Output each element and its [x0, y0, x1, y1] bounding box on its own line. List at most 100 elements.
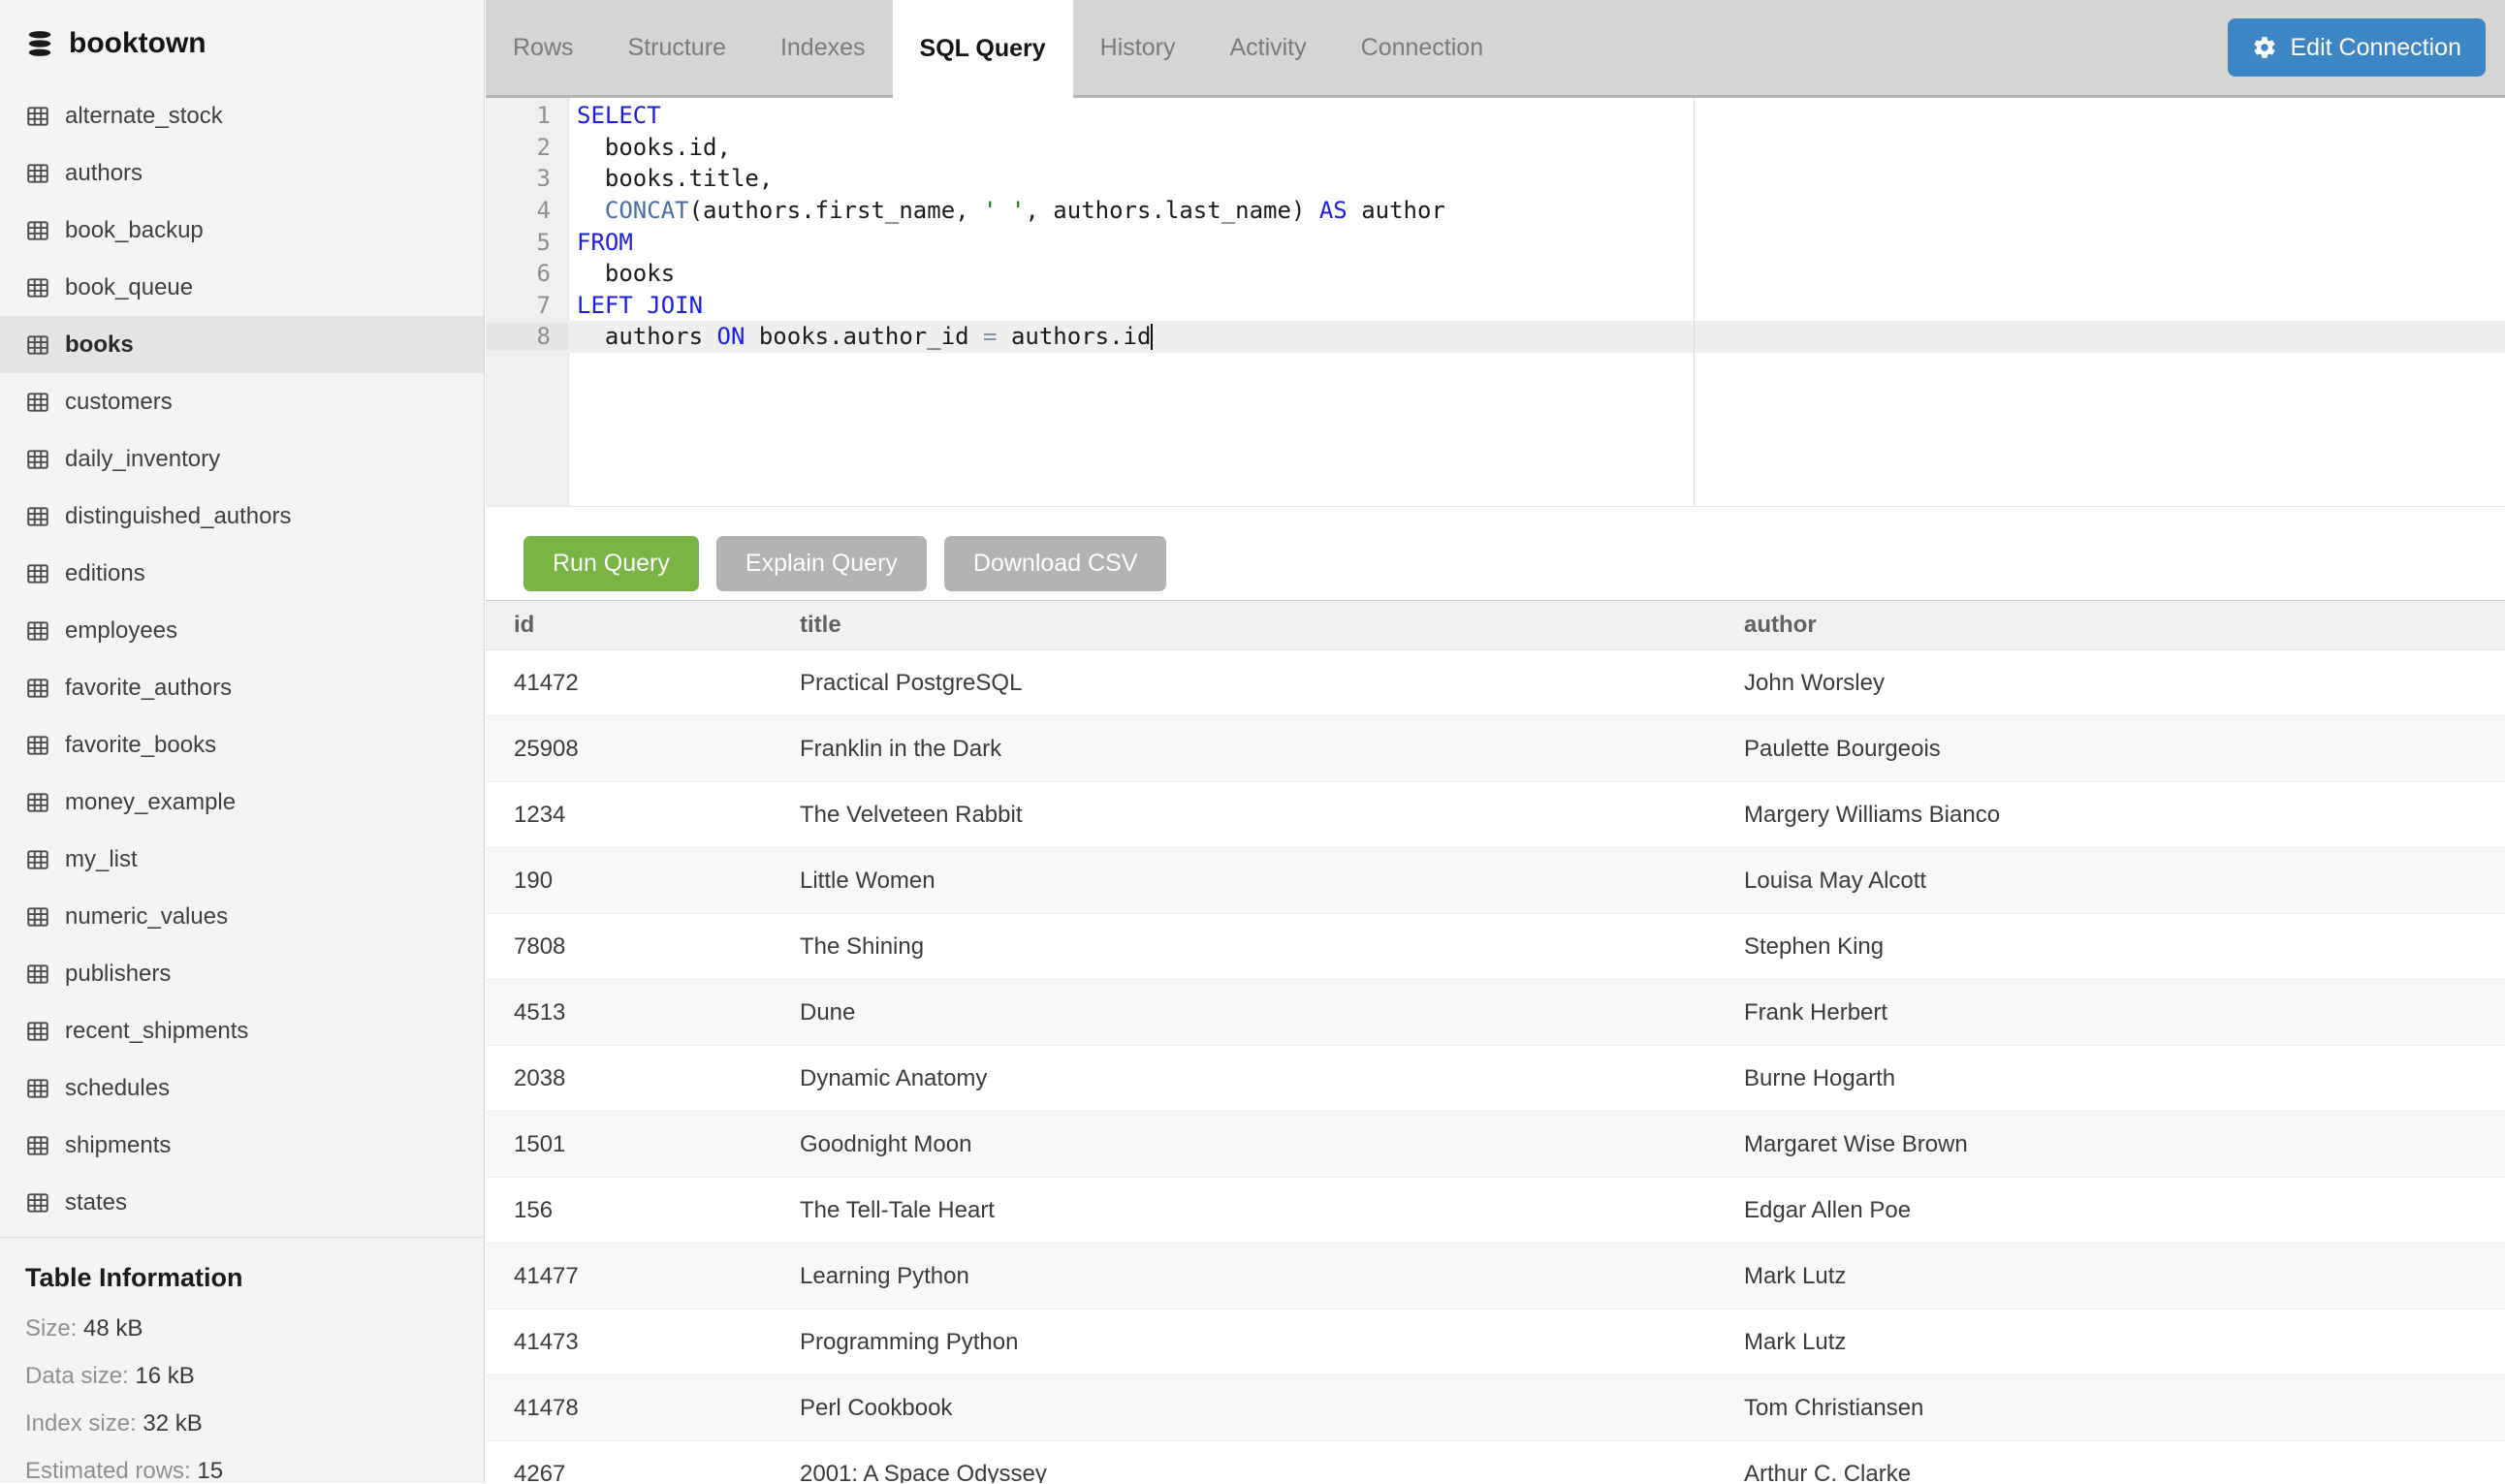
table-icon [25, 218, 50, 243]
table-row: 25908Franklin in the DarkPaulette Bourge… [486, 716, 2505, 782]
tab-indexes[interactable]: Indexes [753, 0, 893, 95]
sidebar-item-favorite_books[interactable]: favorite_books [0, 716, 484, 774]
sidebar-item-authors[interactable]: authors [0, 144, 484, 202]
sidebar-item-book_backup[interactable]: book_backup [0, 202, 484, 259]
main-panel: RowsStructureIndexesSQL QueryHistoryActi… [486, 0, 2505, 1483]
sidebar-item-recent_shipments[interactable]: recent_shipments [0, 1002, 484, 1059]
table-icon [25, 447, 50, 472]
cell-id: 4267 [486, 1441, 772, 1484]
cell-title: Dynamic Anatomy [772, 1046, 1716, 1112]
cell-id: 156 [486, 1178, 772, 1244]
cell-author: Tom Christiansen [1716, 1375, 2505, 1441]
tab-activity[interactable]: Activity [1202, 0, 1333, 95]
cell-title: Learning Python [772, 1244, 1716, 1310]
sidebar-item-money_example[interactable]: money_example [0, 774, 484, 831]
sidebar-item-customers[interactable]: customers [0, 373, 484, 430]
sidebar-item-favorite_authors[interactable]: favorite_authors [0, 659, 484, 716]
cell-title: Little Women [772, 848, 1716, 914]
sidebar-item-daily_inventory[interactable]: daily_inventory [0, 430, 484, 488]
table-item-label: books [65, 332, 134, 359]
table-item-label: customers [65, 389, 173, 416]
editor-split-divider[interactable] [1694, 98, 1695, 506]
sidebar-item-my_list[interactable]: my_list [0, 831, 484, 888]
cell-title: Practical PostgreSQL [772, 650, 1716, 716]
download-csv-button[interactable]: Download CSV [944, 536, 1167, 591]
table-item-label: publishers [65, 961, 171, 988]
cell-id: 1501 [486, 1112, 772, 1178]
table-row: 1234The Velveteen RabbitMargery Williams… [486, 782, 2505, 848]
edit-connection-label: Edit Connection [2290, 34, 2461, 62]
tab-sql-query[interactable]: SQL Query [893, 0, 1073, 98]
cell-title: Perl Cookbook [772, 1375, 1716, 1441]
cell-author: John Worsley [1716, 650, 2505, 716]
cell-author: Mark Lutz [1716, 1310, 2505, 1375]
table-icon [25, 618, 50, 644]
code-text: books [568, 260, 675, 287]
sidebar-item-publishers[interactable]: publishers [0, 945, 484, 1002]
table-icon [25, 733, 50, 758]
tab-rows[interactable]: Rows [486, 0, 601, 95]
code-text: books.id, [568, 134, 731, 161]
column-header-id: id [486, 601, 772, 650]
sql-editor[interactable]: 1SELECT2 books.id,3 books.title,4 CONCAT… [486, 98, 2505, 507]
info-row: Estimated rows: 15 [25, 1459, 459, 1483]
table-item-label: money_example [65, 789, 236, 816]
info-label: Size: [25, 1315, 77, 1342]
sidebar-item-states[interactable]: states [0, 1174, 484, 1231]
sidebar-item-book_queue[interactable]: book_queue [0, 259, 484, 316]
table-item-label: favorite_authors [65, 675, 232, 702]
tab-connection[interactable]: Connection [1334, 0, 1510, 95]
explain-query-button[interactable]: Explain Query [716, 536, 927, 591]
table-item-label: editions [65, 560, 145, 587]
info-value: 32 kB [143, 1410, 202, 1437]
info-label: Data size: [25, 1363, 129, 1389]
table-icon [25, 676, 50, 701]
table-icon [25, 504, 50, 529]
code-line-1: 1SELECT [486, 100, 2505, 132]
code-line-8: 8 authors ON books.author_id = authors.i… [486, 321, 2505, 353]
tab-structure[interactable]: Structure [601, 0, 753, 95]
cell-title: The Shining [772, 914, 1716, 980]
cell-title: Dune [772, 980, 1716, 1046]
cell-id: 41472 [486, 650, 772, 716]
table-icon [25, 161, 50, 186]
code-text: authors ON books.author_id = authors.id [568, 323, 1153, 350]
table-item-label: employees [65, 617, 177, 645]
table-icon [25, 962, 50, 987]
editor-lines: 1SELECT2 books.id,3 books.title,4 CONCAT… [486, 100, 2505, 353]
sidebar-item-shipments[interactable]: shipments [0, 1117, 484, 1174]
table-item-label: favorite_books [65, 732, 216, 759]
edit-connection-button[interactable]: Edit Connection [2228, 18, 2486, 77]
sidebar-item-schedules[interactable]: schedules [0, 1059, 484, 1117]
cell-author: Margaret Wise Brown [1716, 1112, 2505, 1178]
database-name: booktown [69, 27, 206, 60]
run-query-button[interactable]: Run Query [523, 536, 699, 591]
table-item-label: distinguished_authors [65, 503, 292, 530]
table-item-label: states [65, 1189, 127, 1216]
cell-id: 1234 [486, 782, 772, 848]
gear-icon [2252, 35, 2277, 60]
table-icon [25, 904, 50, 930]
cell-id: 41478 [486, 1375, 772, 1441]
table-information-rows: Size: 48 kBData size: 16 kBIndex size: 3… [25, 1316, 459, 1483]
sidebar-item-books[interactable]: books [0, 316, 484, 373]
query-actions: Run Query Explain Query Download CSV [523, 536, 2505, 591]
cell-title: The Tell-Tale Heart [772, 1178, 1716, 1244]
table-row: 7808The ShiningStephen King [486, 914, 2505, 980]
sidebar-item-employees[interactable]: employees [0, 602, 484, 659]
table-item-label: book_queue [65, 274, 193, 301]
line-number: 5 [486, 229, 568, 256]
cell-id: 7808 [486, 914, 772, 980]
tab-history[interactable]: History [1073, 0, 1203, 95]
cell-id: 25908 [486, 716, 772, 782]
sidebar-item-numeric_values[interactable]: numeric_values [0, 888, 484, 945]
cell-title: Franklin in the Dark [772, 716, 1716, 782]
cell-author: Stephen King [1716, 914, 2505, 980]
info-value: 48 kB [83, 1315, 143, 1342]
line-number: 1 [486, 102, 568, 129]
table-row: 41473Programming PythonMark Lutz [486, 1310, 2505, 1375]
sidebar-item-alternate_stock[interactable]: alternate_stock [0, 87, 484, 144]
sidebar-item-editions[interactable]: editions [0, 545, 484, 602]
sidebar-item-distinguished_authors[interactable]: distinguished_authors [0, 488, 484, 545]
table-icon [25, 390, 50, 415]
